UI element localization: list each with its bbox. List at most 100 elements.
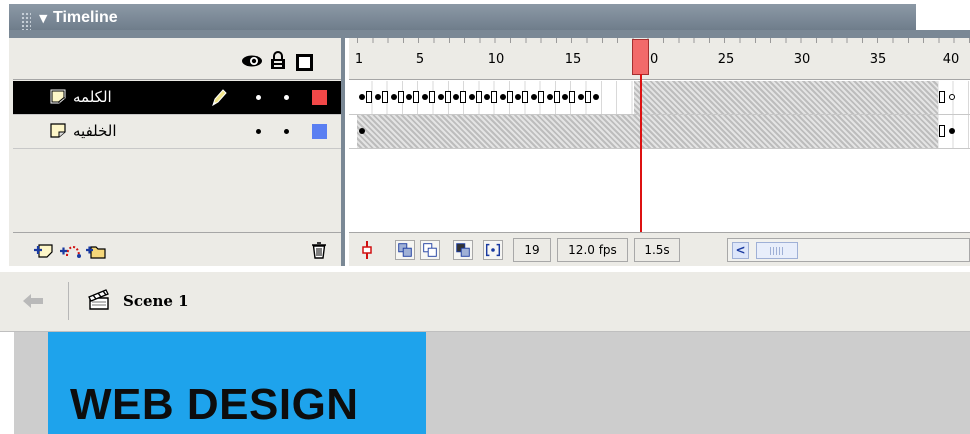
blank-keyframe[interactable]	[585, 91, 591, 103]
ruler-label: 40	[942, 52, 960, 67]
keyframe[interactable]	[359, 128, 365, 134]
modify-onion-markers-icon[interactable]	[483, 240, 503, 260]
layer-name[interactable]: الخلفيه	[73, 122, 117, 140]
blank-keyframe[interactable]	[491, 91, 497, 103]
center-frame-icon[interactable]	[357, 240, 377, 260]
keyframe[interactable]	[562, 94, 568, 100]
frame-row-1[interactable]	[349, 81, 970, 115]
onion-skin-icon[interactable]	[395, 240, 415, 260]
keyframe[interactable]	[406, 94, 412, 100]
keyframe[interactable]	[469, 94, 475, 100]
layer-icon	[50, 89, 66, 104]
keyframe[interactable]	[500, 94, 506, 100]
current-frame: 19	[513, 238, 551, 262]
elapsed-time: 1.5s	[634, 238, 680, 262]
insert-layer-icon[interactable]	[33, 241, 55, 259]
edit-bar: Scene 1	[0, 266, 970, 332]
keyframe[interactable]	[375, 94, 381, 100]
blank-keyframe[interactable]	[522, 91, 528, 103]
scroll-thumb[interactable]	[756, 242, 798, 259]
keyframe[interactable]	[359, 94, 365, 100]
edit-multiple-frames-icon[interactable]	[453, 240, 473, 260]
pencil-icon	[212, 89, 227, 107]
keyframe[interactable]	[391, 94, 397, 100]
keyframe[interactable]	[422, 94, 428, 100]
playhead[interactable]	[632, 39, 649, 75]
lock-dot[interactable]	[284, 129, 289, 134]
empty-keyframe[interactable]	[949, 94, 955, 100]
scroll-left-arrow-icon[interactable]: <	[732, 242, 749, 259]
layer-name[interactable]: الكلمه	[73, 88, 112, 106]
keyframe[interactable]	[515, 94, 521, 100]
layer-row-2[interactable]: الخلفيه	[13, 115, 341, 149]
end-frame[interactable]	[939, 91, 945, 103]
blank-keyframe[interactable]	[445, 91, 451, 103]
horizontal-scrollbar[interactable]: <	[727, 238, 970, 262]
frame-ruler[interactable]: 1 5 10 15 20 25 30 35 40	[349, 38, 970, 80]
timeline: الكلمه الخلفيه 1 5 10 15 20 25 30 35 40 …	[9, 30, 970, 266]
layers-header	[13, 42, 341, 80]
collapse-triangle-icon[interactable]: ▼	[39, 12, 47, 25]
back-arrow-icon[interactable]	[21, 291, 45, 311]
ruler-label: 25	[717, 52, 735, 67]
blank-keyframe[interactable]	[398, 91, 404, 103]
blank-keyframe[interactable]	[569, 91, 575, 103]
insert-folder-icon[interactable]	[85, 241, 107, 259]
blank-keyframe[interactable]	[476, 91, 482, 103]
stage-text[interactable]: WEB DESIGN	[70, 380, 359, 430]
frames-pane: 1 5 10 15 20 25 30 35 40 19 12.0 fps 1.5…	[349, 38, 970, 266]
motion-guide-icon[interactable]	[59, 241, 81, 259]
ruler-label: 30	[793, 52, 811, 67]
blank-keyframe[interactable]	[429, 91, 435, 103]
onion-skin-outlines-icon[interactable]	[420, 240, 440, 260]
ruler-label: 15	[564, 52, 582, 67]
ruler-label: 5	[415, 52, 425, 67]
frame-row-2[interactable]	[349, 115, 970, 149]
timeline-status-bar: 19 12.0 fps 1.5s <	[349, 232, 970, 266]
trash-icon[interactable]	[308, 241, 330, 259]
playhead-line	[640, 74, 642, 238]
frame-rate[interactable]: 12.0 fps	[557, 238, 628, 262]
keyframe[interactable]	[578, 94, 584, 100]
timeline-panel-header: ▼ Timeline	[0, 0, 970, 30]
scene-label[interactable]: Scene 1	[123, 292, 189, 310]
blank-keyframe[interactable]	[554, 91, 560, 103]
ruler-label: 35	[869, 52, 887, 67]
layer-row-1[interactable]: الكلمه	[13, 81, 341, 115]
empty-frames-hatch	[357, 115, 938, 148]
keyframe[interactable]	[453, 94, 459, 100]
empty-frames-hatch	[634, 81, 938, 114]
blank-keyframe[interactable]	[366, 91, 372, 103]
ruler-label: 10	[487, 52, 505, 67]
blank-keyframe[interactable]	[413, 91, 419, 103]
outline-icon[interactable]	[296, 54, 313, 71]
layers-footer	[13, 232, 341, 266]
drag-grip-icon[interactable]	[21, 12, 31, 30]
keyframe[interactable]	[593, 94, 599, 100]
keyframe[interactable]	[949, 128, 955, 134]
stage-area: WEB DESIGN	[0, 332, 970, 434]
stage-gutter	[0, 332, 48, 434]
ruler-label: 1	[354, 52, 364, 67]
visibility-dot[interactable]	[256, 95, 261, 100]
keyframe[interactable]	[547, 94, 553, 100]
clapperboard-icon	[88, 289, 109, 310]
keyframe[interactable]	[531, 94, 537, 100]
lock-icon[interactable]	[270, 51, 286, 69]
eye-icon[interactable]	[241, 55, 263, 67]
panel-title-bar[interactable]: ▼ Timeline	[9, 4, 916, 30]
blank-keyframe[interactable]	[538, 91, 544, 103]
blank-keyframe[interactable]	[460, 91, 466, 103]
end-frame[interactable]	[939, 125, 945, 137]
blank-keyframe[interactable]	[382, 91, 388, 103]
panel-title: Timeline	[53, 9, 118, 26]
keyframe[interactable]	[484, 94, 490, 100]
visibility-dot[interactable]	[256, 129, 261, 134]
lock-dot[interactable]	[284, 95, 289, 100]
layers-pane: الكلمه الخلفيه	[9, 38, 345, 266]
layer-color-swatch[interactable]	[312, 124, 327, 139]
stage-canvas[interactable]: WEB DESIGN	[48, 332, 426, 434]
blank-keyframe[interactable]	[507, 91, 513, 103]
keyframe[interactable]	[438, 94, 444, 100]
layer-color-swatch[interactable]	[312, 90, 327, 105]
